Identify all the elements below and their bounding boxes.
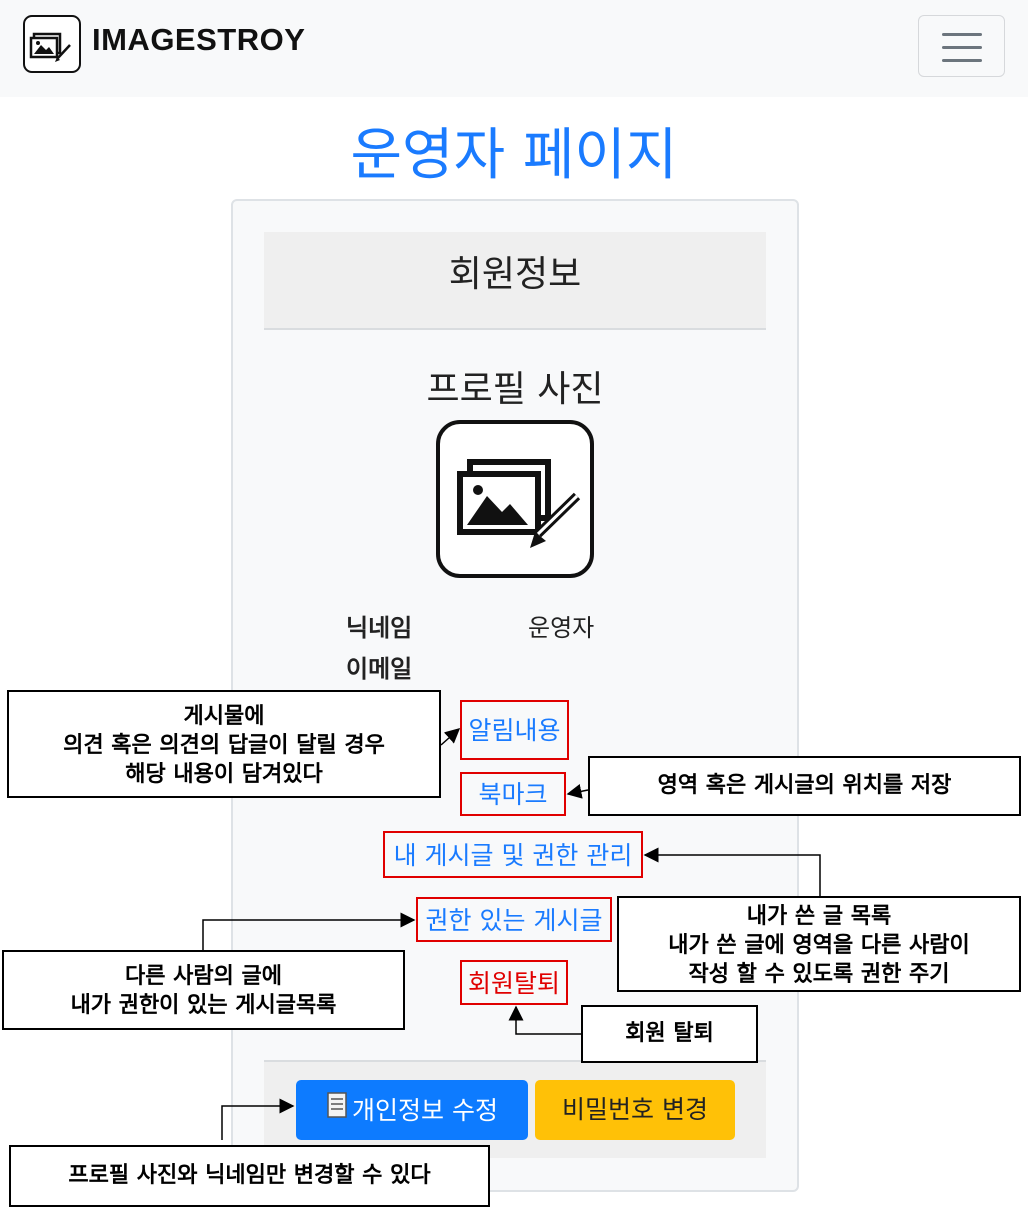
annotation-line: 의견 혹은 의견의 답글이 달릴 경우 [63,733,385,758]
annotation-line: 다른 사람의 글에 [125,964,282,989]
annotation-line: 회원 탈퇴 [625,1021,714,1046]
nickname-value: 운영자 [528,614,595,642]
bookmark-link[interactable]: 북마크 [460,772,566,816]
image-edit-icon[interactable] [23,15,81,73]
page-title: 운영자 페이지 [350,123,678,188]
permitted-posts-link[interactable]: 권한 있는 게시글 [416,897,612,942]
notifications-annotation: 게시물에 의견 혹은 의견의 답글이 달릴 경우 해당 내용이 담겨있다 [7,690,441,798]
my-posts-annotation: 내가 쓴 글 목록 내가 쓴 글에 영역을 다른 사람이 작성 할 수 있도록 … [617,896,1021,992]
profile-photo-label: 프로필 사진 [426,369,604,410]
nickname-label: 닉네임 [346,614,413,642]
annotation-line: 작성 할 수 있도록 권한 주기 [688,962,950,987]
annotation-line: 게시물에 [183,704,265,729]
annotation-line: 내가 쓴 글 목록 [746,904,892,929]
withdraw-link[interactable]: 회원탈퇴 [460,960,568,1005]
notifications-link[interactable]: 알림내용 [460,700,569,760]
edit-profile-button[interactable]: 개인정보 수정 [296,1080,528,1140]
bookmark-annotation: 영역 혹은 게시글의 위치를 저장 [588,756,1021,816]
change-password-button[interactable]: 비밀번호 변경 [535,1080,735,1140]
edit-profile-label: 개인정보 수정 [352,1096,498,1125]
permitted-posts-annotation: 다른 사람의 글에 내가 권한이 있는 게시글목록 [2,950,405,1030]
image-edit-icon[interactable] [436,420,594,578]
my-posts-permission-link[interactable]: 내 게시글 및 권한 관리 [383,831,643,878]
navbar: IMAGESTROY [0,0,1028,97]
email-label: 이메일 [346,655,413,683]
annotation-line: 해당 내용이 담겨있다 [125,762,323,787]
document-icon [326,1081,348,1141]
edit-profile-annotation: 프로필 사진와 닉네임만 변경할 수 있다 [9,1145,490,1207]
annotation-line: 영역 혹은 게시글의 위치를 저장 [657,773,952,798]
hamburger-menu-icon[interactable] [918,15,1005,77]
withdraw-annotation: 회원 탈퇴 [581,1005,758,1063]
brand-name[interactable]: IMAGESTROY [92,22,305,58]
annotation-line: 프로필 사진와 닉네임만 변경할 수 있다 [68,1163,431,1188]
card-header: 회원정보 [264,232,766,330]
annotation-line: 내가 쓴 글에 영역을 다른 사람이 [668,933,970,958]
annotation-line: 내가 권한이 있는 게시글목록 [70,993,337,1018]
